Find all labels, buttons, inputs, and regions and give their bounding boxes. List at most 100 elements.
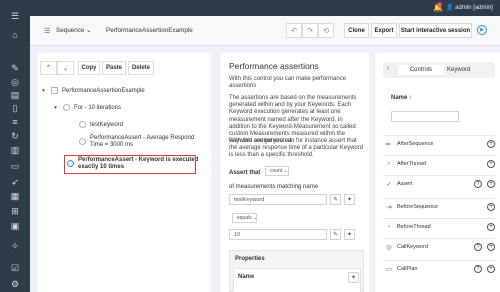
help-icon[interactable]: ? (474, 242, 482, 251)
chevron-right-icon: › (387, 160, 391, 167)
user-menu[interactable]: 👤 admin [admin] (446, 4, 493, 11)
dynamic-value-button[interactable]: ✦ (344, 229, 355, 240)
documents-icon[interactable]: ▯ (8, 102, 22, 114)
measurement-name-input[interactable]: testKeyword (229, 194, 327, 205)
collapse-caret-icon[interactable]: ▼ (53, 105, 58, 111)
add-icon[interactable]: + (487, 264, 495, 273)
history-icon[interactable]: ↻ (8, 130, 22, 142)
properties-table: Name ✦ (233, 268, 361, 292)
dynamic-toggle-button[interactable]: ✦ (344, 194, 355, 205)
palette-item-label: BeforeSequence (397, 203, 438, 210)
control-editor-panel: Performance assertions With this control… (219, 53, 369, 292)
tab-keyword[interactable]: Keyword (447, 65, 487, 75)
target-icon: ◎ (386, 243, 392, 251)
redo-button[interactable]: ↷ (302, 23, 318, 38)
rocket-icon[interactable]: ➶ (8, 176, 22, 188)
properties-name-header: Name (238, 274, 255, 280)
comparator-select-value: equals (237, 215, 252, 221)
dashboard-icon[interactable]: ◎ (8, 76, 22, 88)
history-button[interactable]: ⟲ (318, 23, 334, 38)
tree-node-for-loop[interactable]: For - 10 iterations (63, 104, 121, 111)
chart-icon[interactable]: ▦ (8, 190, 22, 202)
interactive-session-button[interactable]: Start interactive session (399, 23, 472, 38)
comparator-select[interactable]: equals ⌄ (232, 213, 257, 223)
paste-button[interactable]: Paste (102, 61, 126, 75)
measurement-name-value: testKeyword (234, 196, 265, 203)
measurements-label: of measurements matching name (229, 184, 319, 190)
monitor-icon[interactable]: ▣ (8, 220, 22, 232)
palette-item-label: BeforeThread (397, 223, 431, 230)
name-column-header[interactable]: Name ↑ (391, 95, 412, 101)
add-icon[interactable]: + (487, 242, 495, 251)
book-icon[interactable]: ▥ (8, 144, 22, 156)
tree-node-label: PerformanceAssertionExample (62, 87, 145, 94)
redo-icon: ↷ (306, 26, 314, 35)
tree-panel: ^ ⌄ Copy Paste Delete ▼ PerformanceAsser… (38, 53, 211, 292)
aggregation-select[interactable]: count ⌄ (265, 166, 289, 176)
menu-icon[interactable]: ☰ (8, 10, 22, 22)
add-icon[interactable]: + (487, 139, 495, 148)
sequence-icon (51, 87, 58, 94)
palette-item[interactable]: ▭ CallPlan ? + (383, 260, 495, 276)
add-property-button[interactable]: ✦ (348, 272, 359, 283)
palette-item-label: Assert (397, 180, 413, 187)
assert-label: Assert that (229, 170, 261, 176)
palette-search-input[interactable] (391, 111, 459, 122)
collapse-caret-icon[interactable]: ▼ (41, 88, 46, 94)
expected-value-input[interactable]: 10 (229, 229, 327, 240)
history-icon: ⟲ (322, 26, 330, 35)
list-icon[interactable]: ≡ (8, 116, 22, 128)
settings-icon[interactable]: ⚙ (8, 278, 22, 290)
sidebar: ☰ ⌂ ✎ ◎ ▤ ▯ ≡ ↻ ▥ ▭ ➶ ▦ ⊞ ▣ ✧ ☑ ⚙ (0, 0, 30, 292)
edit-icon[interactable]: ✎ (8, 62, 22, 74)
palette-item[interactable]: › BeforeThread + (383, 218, 495, 234)
palette-tabs: ‹ Controls Keyword (383, 62, 495, 78)
edit-expression-button[interactable]: ✎ (330, 194, 341, 205)
properties-title: Properties (235, 256, 265, 262)
palette-item[interactable]: ⇥ BeforeSequence + (383, 198, 495, 214)
user-label: admin [admin] (455, 5, 493, 11)
delete-button[interactable]: Delete (128, 61, 154, 75)
export-button[interactable]: Export (371, 23, 397, 38)
palette-item[interactable]: ✓ Assert ? + (383, 175, 495, 191)
plans-icon[interactable]: ▤ (8, 89, 22, 101)
add-icon[interactable]: + (487, 159, 495, 168)
loop-icon (63, 104, 70, 111)
palette-item-label: CallKeyword (397, 243, 428, 250)
tabs-prev-icon[interactable]: ‹ (387, 65, 389, 72)
run-icon[interactable]: ▶ (477, 25, 487, 35)
notifications-bell-icon[interactable]: 🔔 2 (433, 2, 443, 12)
home-icon[interactable]: ⌂ (8, 29, 22, 41)
add-icon[interactable]: + (487, 202, 495, 211)
palette-item[interactable]: ⇤ AfterSequence + (383, 135, 495, 151)
tree-node-assert-average[interactable]: PerformanceAssert - Average Respond Time… (79, 135, 194, 149)
undo-button[interactable]: ↶ (286, 23, 302, 38)
copy-button[interactable]: Copy (78, 61, 100, 75)
palette-item-label: AfterSequence (397, 140, 434, 147)
move-down-button[interactable]: ⌄ (57, 61, 74, 75)
tree-node-label: PerformanceAssert - Average Respond (90, 135, 195, 141)
tree-node-keyword[interactable]: testKeyword (79, 121, 123, 128)
move-up-button[interactable]: ^ (40, 61, 57, 75)
add-icon[interactable]: + (487, 179, 495, 188)
help-icon[interactable]: ? (474, 264, 482, 273)
arrow-right-icon: ⇥ (386, 203, 392, 211)
help-icon[interactable]: ? (474, 179, 482, 188)
tree-node-label-group: PerformanceAssert - Average Respond Time… (90, 135, 194, 149)
palette-item[interactable]: › AfterThread + (383, 155, 495, 171)
edit-value-button[interactable]: ✎ (330, 229, 341, 240)
tab-controls[interactable]: Controls (398, 65, 444, 75)
tree-menu-icon[interactable]: ☰ (44, 27, 50, 35)
controls-palette: ‹ Controls Keyword Name ↑ ⇤ AfterSequenc… (374, 53, 500, 292)
pipeline-icon[interactable]: ⊞ (8, 205, 22, 217)
puzzle-icon[interactable]: ✧ (8, 240, 22, 252)
sort-arrow-icon: ↑ (409, 95, 413, 101)
clone-button[interactable]: Clone (344, 23, 369, 38)
checkbox-icon[interactable]: ☑ (8, 262, 22, 274)
aggregation-select-value: count (270, 168, 283, 174)
type-select[interactable]: Sequence ⌄ (56, 27, 91, 34)
file-icon[interactable]: ▭ (8, 160, 22, 172)
palette-item[interactable]: ◎ CallKeyword ? + (383, 238, 495, 254)
add-icon[interactable]: + (487, 222, 495, 231)
tree-node-root[interactable]: PerformanceAssertionExample (51, 87, 145, 94)
